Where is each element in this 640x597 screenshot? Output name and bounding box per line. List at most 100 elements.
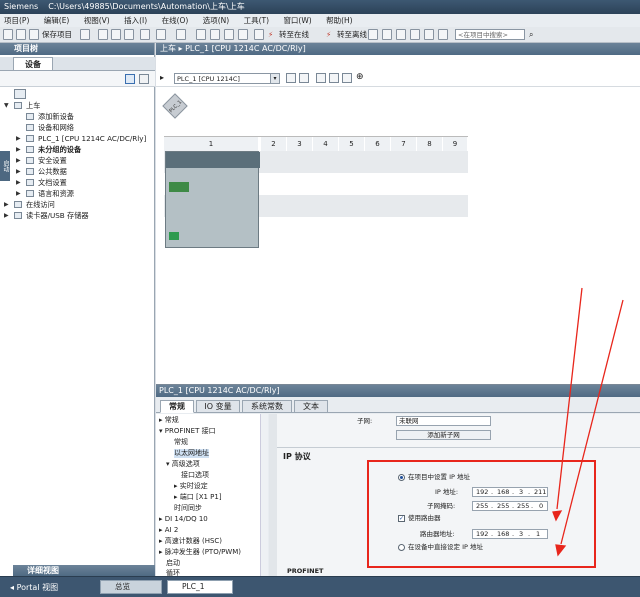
tree-item[interactable]: ▶ 语言和资源 <box>0 188 155 199</box>
new-project-icon[interactable] <box>3 29 13 40</box>
nav-item[interactable]: ▸ 常规 <box>159 416 179 425</box>
menu-online[interactable]: 在线(O) <box>162 16 189 25</box>
tree-item[interactable]: ▶ 未分组的设备 <box>0 144 155 155</box>
nav-item[interactable]: 常规 <box>174 438 188 447</box>
tab-io-tags[interactable]: IO 变量 <box>196 400 240 413</box>
cross-reference-icon[interactable] <box>410 29 420 40</box>
nav-item[interactable]: ▸ 脉冲发生器 (PTO/PWM) <box>159 548 241 557</box>
download-icon[interactable] <box>224 29 234 40</box>
nav-item[interactable]: ▸ DI 14/DQ 10 <box>159 515 208 524</box>
add-subnet-button[interactable]: 添加新子网 <box>396 430 491 440</box>
tree-item[interactable]: ▶ 在线访问 <box>0 199 155 210</box>
menu-window[interactable]: 窗口(W) <box>283 16 311 25</box>
start-cpu-icon[interactable] <box>382 29 392 40</box>
nav-item[interactable]: ▾ 高级选项 <box>166 460 200 469</box>
tab-devices[interactable]: 设备 <box>13 57 53 70</box>
details-view-header[interactable]: 详细视图 <box>13 565 155 576</box>
tab-texts[interactable]: 文本 <box>294 400 328 413</box>
nav-item[interactable]: ▸ 高速计数器 (HSC) <box>159 537 222 546</box>
device-canvas[interactable]: PLC_1 1 2 3 4 5 6 7 8 9 <box>156 88 640 384</box>
delete-icon[interactable] <box>140 29 150 40</box>
nav-item[interactable]: ▸ 实时设定 <box>174 482 208 491</box>
nav-item[interactable]: ▸ AI 2 <box>159 526 178 535</box>
module-view-icon[interactable] <box>299 73 309 83</box>
overview-tab[interactable]: 总览 <box>100 580 162 594</box>
menu-options[interactable]: 选项(N) <box>203 16 229 25</box>
view-list-icon[interactable] <box>125 74 135 84</box>
open-project-icon[interactable] <box>16 29 26 40</box>
tree-item[interactable]: ▶ PLC_1 [CPU 1214C AC/DC/Rly] <box>0 133 155 144</box>
split-icon[interactable] <box>196 29 206 40</box>
layout-icon[interactable] <box>342 73 352 83</box>
redo-icon[interactable] <box>176 29 186 40</box>
table-icon[interactable] <box>329 73 339 83</box>
tree-item[interactable]: ▶ 读卡器/USB 存储器 <box>0 210 155 221</box>
menu-view[interactable]: 视图(V) <box>84 16 110 25</box>
rack-view-icon[interactable] <box>286 73 296 83</box>
menu-help[interactable]: 帮助(H) <box>326 16 353 25</box>
search-icon[interactable]: ⌕ <box>529 27 533 42</box>
upload-icon[interactable] <box>238 29 248 40</box>
expand-arrow-icon[interactable]: ▶ <box>16 188 22 199</box>
save-icon[interactable] <box>29 29 39 40</box>
expand-arrow-icon[interactable]: ▶ <box>16 177 22 188</box>
save-project-button[interactable]: 保存项目 <box>42 27 72 42</box>
expand-arrow-icon[interactable]: ▶ <box>16 155 22 166</box>
properties-nav: ▸ 常规 ▾ PROFINET 接口 常规 以太网地址 ▾ 高级选项 接口选项 … <box>156 414 268 577</box>
expand-arrow-icon[interactable]: ▶ <box>4 210 10 221</box>
menu-insert[interactable]: 插入(I) <box>124 16 147 25</box>
tree-item[interactable]: 添加新设备 <box>0 111 155 122</box>
nav-item[interactable]: 接口选项 <box>181 471 209 480</box>
view-grid-icon[interactable] <box>139 74 149 84</box>
plc-module[interactable] <box>165 151 260 248</box>
plc-tab[interactable]: PLC_1 <box>167 580 233 594</box>
project-search-input[interactable]: <在项目中搜索> <box>455 29 525 40</box>
tree-item[interactable]: 设备和网络 <box>0 122 155 133</box>
go-offline-button[interactable]: 转至离线 <box>337 27 367 42</box>
accessible-devices-icon[interactable] <box>368 29 378 40</box>
paste-icon[interactable] <box>124 29 134 40</box>
subnet-field[interactable]: 未联网 <box>396 416 491 426</box>
simulate-icon[interactable] <box>254 29 264 40</box>
nav-item[interactable]: 启动 <box>166 559 180 568</box>
go-online-button[interactable]: 转至在线 <box>279 27 309 42</box>
expand-arrow-icon[interactable]: ▶ <box>4 199 10 210</box>
undo-icon[interactable] <box>156 29 166 40</box>
side-tab-start[interactable]: 启动 <box>0 151 10 181</box>
nav-item[interactable]: 时间同步 <box>174 504 202 513</box>
copy-icon[interactable] <box>111 29 121 40</box>
tree-node-icon <box>26 113 34 120</box>
tab-system-constants[interactable]: 系统常数 <box>242 400 292 413</box>
menu-tools[interactable]: 工具(T) <box>244 16 269 25</box>
menu-project[interactable]: 项目(P) <box>4 16 29 25</box>
device-selector[interactable]: PLC_1 [CPU 1214C] ▾ <box>174 73 280 84</box>
nav-item[interactable]: ▸ 端口 [X1 P1] <box>174 493 222 502</box>
slot-header: 3 <box>287 137 313 151</box>
print-icon[interactable] <box>80 29 90 40</box>
cut-icon[interactable] <box>98 29 108 40</box>
menu-edit[interactable]: 编辑(E) <box>44 16 70 25</box>
tree-item[interactable]: ▶ 文档设置 <box>0 177 155 188</box>
grid-icon[interactable] <box>316 73 326 83</box>
plc-badge[interactable]: PLC_1 <box>162 93 188 119</box>
chevron-down-icon[interactable]: ▾ <box>270 74 279 83</box>
stop-cpu-icon[interactable] <box>396 29 406 40</box>
portal-view-button[interactable]: ◂ Portal 视图 <box>10 582 58 594</box>
split-vertical-icon[interactable] <box>438 29 448 40</box>
compile-icon[interactable] <box>210 29 220 40</box>
expand-arrow-icon[interactable]: ▶ <box>16 166 22 177</box>
expanded-arrow-icon[interactable]: ▼ <box>4 100 10 111</box>
tree-item[interactable]: ▶ 安全设置 <box>0 155 155 166</box>
expand-arrow-icon[interactable]: ▶ <box>16 144 22 155</box>
tab-general[interactable]: 常规 <box>160 400 194 413</box>
go-offline-icon[interactable]: ⚡ <box>326 27 331 42</box>
go-online-icon[interactable]: ⚡ <box>268 27 273 42</box>
tree-item[interactable]: ▼ 上车 <box>0 100 155 111</box>
expand-arrow-icon[interactable]: ▶ <box>16 133 22 144</box>
nav-scrollbar[interactable] <box>260 414 268 577</box>
split-horizontal-icon[interactable] <box>424 29 434 40</box>
tree-item[interactable]: ▶ 公共数据 <box>0 166 155 177</box>
nav-item-selected[interactable]: 以太网地址 <box>174 449 209 458</box>
zoom-icon[interactable]: ⊕ <box>356 72 364 82</box>
nav-item[interactable]: ▾ PROFINET 接口 <box>159 427 216 436</box>
